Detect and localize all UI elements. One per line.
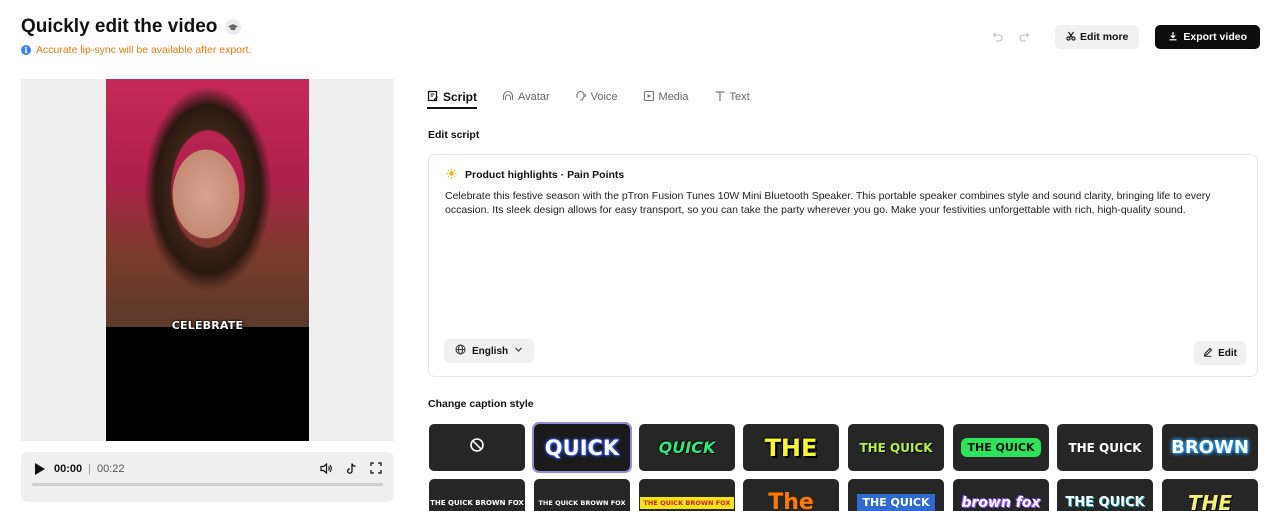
edit-more-label: Edit more (1079, 31, 1129, 43)
script-text[interactable]: Celebrate this festive season with the p… (445, 189, 1250, 217)
avatar-video-image (106, 79, 309, 327)
caption-style-sample: THE QUICK (857, 494, 935, 511)
no-caption-icon (469, 437, 485, 458)
caption-style-option[interactable]: THE QUICK (1057, 424, 1153, 471)
editor-tabs: Script Avatar Voice Media Text (427, 86, 775, 109)
caption-style-option[interactable]: QUICK (532, 422, 632, 473)
video-player-controls: 00:00 | 00:22 (21, 452, 394, 502)
sun-icon (446, 168, 457, 182)
caption-style-sample: THE QUICK BROWN FOX (430, 498, 524, 507)
caption-style-sample: QUICK (544, 435, 620, 460)
edit-script-label: Edit script (428, 129, 480, 141)
current-time: 00:00 (54, 463, 83, 475)
text-icon (714, 90, 726, 105)
caption-style-option[interactable]: brown fox (953, 479, 1049, 511)
caption-style-option[interactable]: BROWN (1162, 424, 1258, 471)
tab-script[interactable]: Script (427, 86, 478, 109)
chevron-down-icon (514, 345, 523, 357)
tab-voice[interactable]: Voice (575, 86, 618, 108)
caption-style-option[interactable]: THE QUICK (953, 424, 1049, 471)
caption-style-option[interactable]: THE (743, 424, 839, 471)
caption-style-sample: BROWN (1171, 437, 1249, 458)
voice-icon (575, 90, 587, 105)
caption-style-sample: THE QUICK (859, 440, 933, 455)
pencil-icon (1203, 347, 1213, 360)
download-icon (1168, 31, 1178, 44)
top-actions: Edit more Export video (983, 25, 1260, 49)
tab-script-label: Script (443, 90, 478, 104)
caption-style-sample: The (768, 490, 814, 511)
tab-voice-label: Voice (590, 91, 618, 103)
video-frame[interactable]: CELEBRATE (106, 79, 309, 441)
tab-avatar-label: Avatar (518, 91, 550, 103)
play-icon[interactable] (34, 462, 46, 476)
volume-icon[interactable] (319, 461, 333, 475)
caption-style-option[interactable]: THE QUICK BROWN FOX (429, 479, 525, 511)
caption-style-sample: THE (1187, 490, 1233, 511)
tab-text-label: Text (729, 91, 750, 103)
redo-icon[interactable] (1011, 25, 1039, 49)
page-title: Quickly edit the video (21, 16, 242, 38)
tab-media[interactable]: Media (643, 86, 689, 108)
tab-media-label: Media (658, 91, 689, 103)
script-icon (427, 90, 439, 105)
undo-icon[interactable] (983, 25, 1011, 49)
page-title-text: Quickly edit the video (21, 16, 218, 37)
notice-text: Accurate lip-sync will be available afte… (36, 44, 252, 56)
caption-style-option[interactable]: THE QUICK (1057, 479, 1153, 511)
info-icon: i (21, 45, 31, 55)
caption-style-sample: THE QUICK (961, 438, 1041, 457)
caption-style-option[interactable]: THE QUICK (848, 479, 944, 511)
export-video-label: Export video (1183, 31, 1247, 43)
script-editor[interactable]: Product highlights · Pain Points Celebra… (428, 154, 1258, 377)
media-icon (643, 90, 655, 105)
caption-style-sample: THE QUICK BROWN FOX (538, 498, 626, 507)
lip-sync-notice: i Accurate lip-sync will be available af… (21, 44, 251, 56)
tab-text[interactable]: Text (714, 86, 750, 108)
graduation-cap-icon[interactable] (225, 19, 242, 35)
tab-avatar[interactable]: Avatar (502, 86, 550, 108)
caption-style-sample: THE QUICK BROWN FOX (639, 496, 735, 509)
scissors-icon (1066, 31, 1076, 44)
player-controls (319, 461, 383, 475)
script-heading: Product highlights · Pain Points (446, 168, 624, 182)
edit-more-button[interactable]: Edit more (1054, 25, 1140, 49)
caption-style-option[interactable]: THE QUICK BROWN FOX (534, 479, 630, 511)
time-separator: | (88, 463, 91, 475)
globe-icon (455, 344, 466, 358)
caption-overlay: CELEBRATE (171, 319, 244, 332)
tiktok-icon[interactable] (344, 461, 358, 475)
language-label: English (472, 345, 509, 357)
caption-style-option[interactable]: The (743, 479, 839, 511)
edit-script-button[interactable]: Edit (1194, 341, 1246, 365)
caption-style-option[interactable]: QUICK (639, 424, 735, 471)
script-heading-text: Product highlights · Pain Points (465, 169, 625, 181)
caption-style-none[interactable] (429, 424, 525, 471)
caption-style-option[interactable]: THE QUICK BROWN FOX (639, 479, 735, 511)
language-select[interactable]: English (444, 339, 535, 363)
progress-bar[interactable] (32, 483, 383, 486)
caption-style-sample: THE QUICK (1068, 440, 1142, 455)
caption-style-label: Change caption style (428, 398, 534, 410)
caption-style-option[interactable]: THE (1162, 479, 1258, 511)
caption-style-option[interactable]: THE QUICK (848, 424, 944, 471)
fullscreen-icon[interactable] (369, 461, 383, 475)
time-display: 00:00 | 00:22 (54, 463, 125, 475)
caption-style-sample: THE (764, 433, 818, 462)
avatar-icon (502, 90, 514, 105)
export-video-button[interactable]: Export video (1155, 25, 1260, 49)
caption-style-sample: QUICK (658, 438, 716, 457)
caption-style-sample: THE QUICK (1065, 495, 1145, 510)
edit-label: Edit (1218, 347, 1237, 359)
duration: 00:22 (97, 463, 125, 475)
caption-style-sample: brown fox (961, 494, 1041, 511)
video-preview: CELEBRATE (21, 79, 394, 441)
